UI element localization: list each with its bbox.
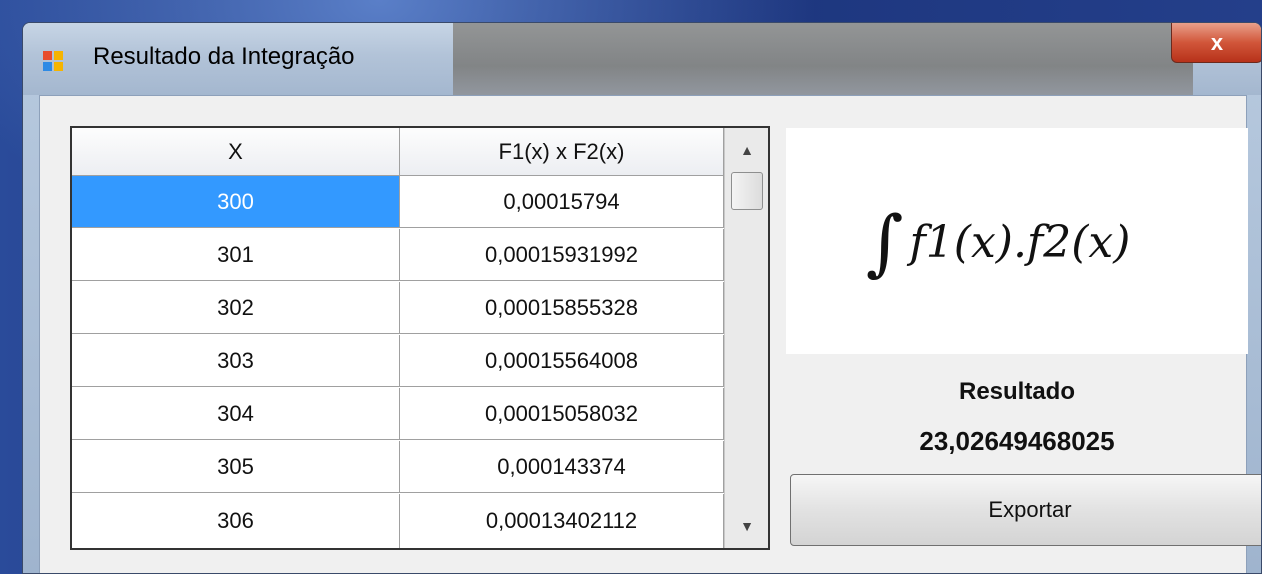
app-window-icon[interactable] — [43, 51, 65, 73]
scroll-thumb[interactable] — [731, 172, 763, 210]
close-button[interactable]: x — [1171, 23, 1261, 63]
scroll-up-arrow-icon[interactable]: ▲ — [725, 130, 769, 170]
result-label: Resultado — [958, 378, 1075, 405]
vertical-scrollbar[interactable]: ▲ ▼ — [724, 128, 768, 548]
result-window: Resultado da Integração x X F1(x) x F2(x… — [22, 22, 1262, 574]
cell-product[interactable]: 0,000143374 — [400, 441, 724, 492]
cell-x[interactable]: 305 — [72, 441, 400, 492]
scroll-down-arrow-icon[interactable]: ▼ — [725, 506, 769, 546]
cell-x[interactable]: 303 — [72, 335, 400, 386]
cell-x[interactable]: 304 — [72, 388, 400, 439]
integral-sign: ∫ — [866, 200, 904, 284]
cell-x[interactable]: 306 — [72, 494, 400, 548]
formula-image: ∫ f1(x).f2(x) — [786, 128, 1248, 354]
cell-product[interactable]: 0,00015794 — [400, 176, 724, 227]
integral-formula: ∫ f1(x).f2(x) — [866, 190, 1131, 284]
table-row[interactable]: 300 0,00015794 — [72, 176, 724, 228]
window-title: Resultado da Integração — [93, 43, 355, 70]
cell-x[interactable]: 300 — [72, 176, 400, 227]
close-icon: x — [1210, 29, 1224, 55]
table-row[interactable]: 304 0,00015058032 — [72, 388, 724, 440]
window-client-area: X F1(x) x F2(x) 300 0,00015794 301 0,000… — [39, 95, 1261, 573]
data-grid[interactable]: X F1(x) x F2(x) 300 0,00015794 301 0,000… — [70, 126, 770, 550]
cell-product[interactable]: 0,00015855328 — [400, 282, 724, 333]
table-row[interactable]: 306 0,00013402112 — [72, 494, 724, 548]
grid-header: X F1(x) x F2(x) — [72, 128, 724, 176]
cell-product[interactable]: 0,00015931992 — [400, 229, 724, 280]
column-header-x[interactable]: X — [72, 128, 400, 175]
export-button[interactable]: Exportar — [790, 474, 1261, 546]
cell-x[interactable]: 302 — [72, 282, 400, 333]
table-row[interactable]: 305 0,000143374 — [72, 441, 724, 493]
column-header-product[interactable]: F1(x) x F2(x) — [400, 128, 724, 175]
title-bar-shade — [453, 23, 1193, 95]
cell-product[interactable]: 0,00015058032 — [400, 388, 724, 439]
table-row[interactable]: 302 0,00015855328 — [72, 282, 724, 334]
result-value: 23,02649468025 — [919, 426, 1115, 456]
table-row[interactable]: 301 0,00015931992 — [72, 229, 724, 281]
table-row[interactable]: 303 0,00015564008 — [72, 335, 724, 387]
cell-x[interactable]: 301 — [72, 229, 400, 280]
formula-expression: f1(x).f2(x) — [909, 217, 1131, 268]
cell-product[interactable]: 0,00015564008 — [400, 335, 724, 386]
title-bar[interactable]: Resultado da Integração x — [23, 23, 1261, 95]
cell-product[interactable]: 0,00013402112 — [400, 494, 724, 548]
